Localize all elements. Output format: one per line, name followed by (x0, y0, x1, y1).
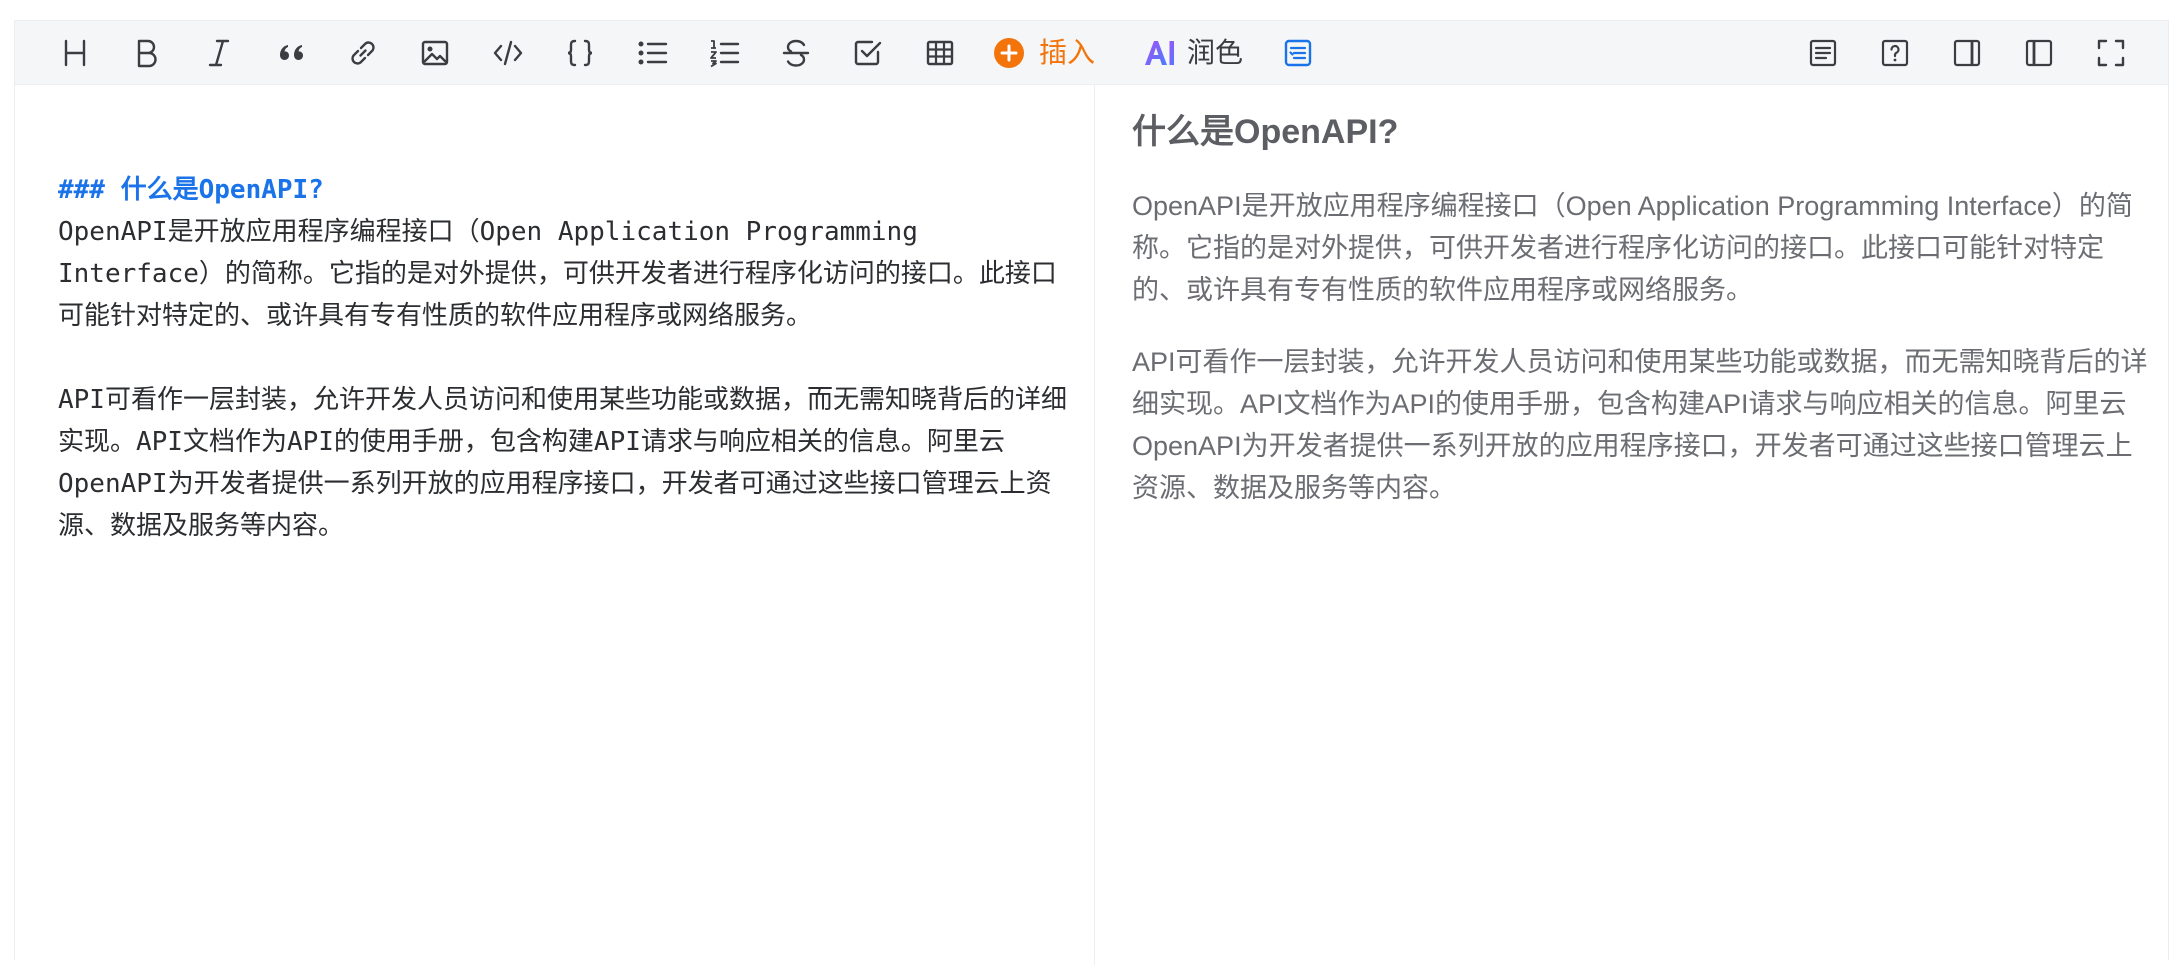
toolbar: 插入 润色 (15, 21, 2168, 85)
table-icon[interactable] (921, 34, 959, 72)
link-icon[interactable] (345, 34, 381, 72)
preview-heading: 什么是OpenAPI? (1132, 113, 1399, 151)
image-icon[interactable] (417, 34, 453, 72)
toggle-preview-icon[interactable] (1948, 34, 1986, 72)
preview-content: 什么是OpenAPI? OpenAPI是开放应用程序编程接口（Open Appl… (1132, 107, 2152, 539)
heading-icon[interactable] (57, 34, 93, 72)
strikethrough-icon[interactable] (777, 34, 815, 72)
markdown-editor: 插入 润色 ### 什么是OpenAPI? OpenAPI是开放应用程序编程接口… (14, 20, 2169, 965)
markdown-paragraph-1: OpenAPI是开放应用程序编程接口（Open Application Prog… (58, 217, 1057, 331)
help-icon[interactable] (1876, 34, 1914, 72)
plus-circle-icon (994, 38, 1024, 68)
bullet-list-icon[interactable] (633, 34, 671, 72)
preview-paragraph-1: OpenAPI是开放应用程序编程接口（Open Application Prog… (1132, 191, 2133, 305)
checkbox-icon[interactable] (849, 34, 887, 72)
ai-polish-button[interactable]: 润色 (1143, 34, 1255, 72)
markdown-heading-line: ### 什么是OpenAPI? (58, 175, 324, 205)
outline-icon[interactable] (1804, 34, 1842, 72)
polish-label: 润色 (1187, 36, 1244, 69)
quote-icon[interactable] (273, 34, 309, 72)
code-block-icon[interactable] (561, 34, 599, 72)
document-outline-icon[interactable] (1279, 34, 1317, 72)
insert-label: 插入 (1039, 36, 1096, 69)
fullscreen-icon[interactable] (2092, 34, 2130, 72)
markdown-source-pane[interactable]: ### 什么是OpenAPI? OpenAPI是开放应用程序编程接口（Open … (15, 85, 1095, 965)
italic-icon[interactable] (201, 34, 237, 72)
ordered-list-icon[interactable] (705, 34, 743, 72)
markdown-paragraph-2: API可看作一层封装，允许开发人员访问和使用某些功能或数据，而无需知晓背后的详细… (58, 385, 1067, 541)
insert-button[interactable]: 插入 (993, 34, 1113, 72)
preview-paragraph-2: API可看作一层封装，允许开发人员访问和使用某些功能或数据，而无需知晓背后的详细… (1132, 347, 2148, 503)
markdown-textarea[interactable]: ### 什么是OpenAPI? OpenAPI是开放应用程序编程接口（Open … (58, 169, 1078, 547)
bold-icon[interactable] (129, 34, 165, 72)
preview-pane: 什么是OpenAPI? OpenAPI是开放应用程序编程接口（Open Appl… (1096, 85, 2168, 965)
toggle-sidebar-icon[interactable] (2020, 34, 2058, 72)
code-icon[interactable] (489, 34, 527, 72)
ai-icon (1145, 41, 1174, 65)
